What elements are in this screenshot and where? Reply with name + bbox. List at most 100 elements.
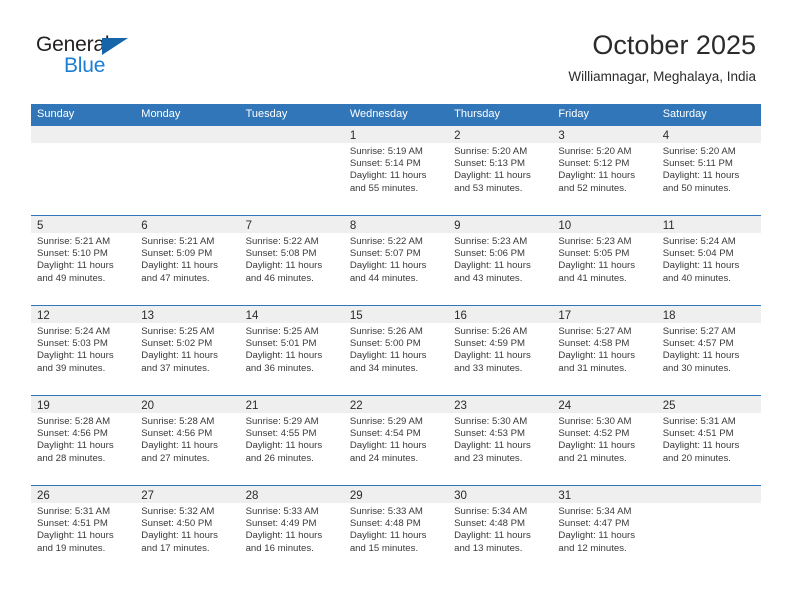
calendar-day-cell[interactable]: 29 Sunrise: 5:33 AM Sunset: 4:48 PM Dayligh…	[343, 485, 449, 575]
calendar-day-cell[interactable]: 21 Sunrise: 5:29 AM Sunset: 4:55 PM Dayligh…	[239, 395, 344, 485]
day-number: 2	[454, 130, 461, 142]
sunset-text: Sunset: 4:54 PM	[349, 428, 421, 440]
day-number: 3	[558, 130, 565, 142]
calendar-day-cell[interactable]: 17 Sunrise: 5:27 AM Sunset: 4:58 PM Dayligh…	[552, 305, 657, 395]
weekday-header-sunday: Sunday	[37, 108, 75, 120]
day-details: Sunrise: 5:30 AM Sunset: 4:53 PM Daylight:…	[448, 413, 552, 465]
day-details: Sunrise: 5:20 AM Sunset: 5:12 PM Daylight:…	[552, 143, 656, 195]
day-number: 4	[662, 130, 670, 142]
day-details: Sunrise: 5:33 AM Sunset: 4:48 PM Daylight:…	[344, 503, 448, 555]
sunset-text: Sunset: 5:01 PM	[245, 338, 317, 350]
sunrise-text: Sunrise: 5:24 AM	[662, 236, 736, 247]
calendar-day-cell[interactable]: 25 Sunrise: 5:31 AM Sunset: 4:51 PM Dayligh…	[656, 395, 761, 485]
daylight-text-line1: Daylight: 11 hours	[37, 350, 114, 362]
daylight-text-line1: Daylight: 11 hours	[558, 350, 636, 362]
page-header: General Blue October 2025 Williamnagar, …	[0, 0, 792, 100]
day-details: Sunrise: 5:28 AM Sunset: 4:56 PM Daylight:…	[135, 413, 239, 465]
daylight-text-line2: and 19 minutes.	[37, 542, 106, 554]
calendar-day-cell[interactable]: 24 Sunrise: 5:30 AM Sunset: 4:52 PM Dayligh…	[552, 395, 657, 485]
daylight-text-line2: and 16 minutes.	[245, 542, 314, 554]
calendar-day-cell[interactable]: 31 Sunrise: 5:34 AM Sunset: 4:47 PM Dayligh…	[552, 485, 657, 575]
calendar-day-cell[interactable]: 11 Sunrise: 5:24 AM Sunset: 5:04 PM Dayligh…	[656, 215, 761, 305]
calendar-day-cell[interactable]: 18 Sunrise: 5:27 AM Sunset: 4:57 PM Dayligh…	[656, 305, 761, 395]
day-number-band: 9	[448, 216, 553, 233]
daylight-text-line2: and 41 minutes.	[558, 272, 627, 284]
day-details: Sunrise: 5:33 AM Sunset: 4:49 PM Daylight:…	[240, 503, 344, 555]
calendar-day-cell[interactable]: 13 Sunrise: 5:25 AM Sunset: 5:02 PM Dayligh…	[135, 305, 240, 395]
generalblue-logo[interactable]: General Blue	[36, 34, 216, 86]
daylight-text-line1: Daylight: 11 hours	[245, 440, 323, 452]
calendar-day-cell[interactable]: 8 Sunrise: 5:22 AM Sunset: 5:07 PM Daylight…	[343, 215, 449, 305]
day-number: 7	[245, 220, 252, 232]
calendar-day-cell[interactable]: 27 Sunrise: 5:32 AM Sunset: 4:50 PM Dayligh…	[135, 485, 240, 575]
day-number-band: 22	[343, 396, 449, 413]
daylight-text-line2: and 55 minutes.	[349, 182, 419, 194]
calendar-day-cell[interactable]: 23 Sunrise: 5:30 AM Sunset: 4:53 PM Dayligh…	[448, 395, 553, 485]
calendar-week-row: 1 Sunrise: 5:19 AM Sunset: 5:14 PM Daylight…	[31, 125, 761, 215]
weekday-header-thursday: Thursday	[454, 108, 500, 120]
daylight-text-line1: Daylight: 11 hours	[454, 440, 531, 452]
calendar-day-cell[interactable]: 19 Sunrise: 5:28 AM Sunset: 4:56 PM Dayligh…	[31, 395, 136, 485]
day-number-band: 18	[656, 306, 761, 323]
sunrise-text: Sunrise: 5:33 AM	[245, 506, 319, 517]
calendar-day-cell[interactable]: 9 Sunrise: 5:23 AM Sunset: 5:06 PM Daylight…	[448, 215, 553, 305]
weekday-header-wednesday: Wednesday	[349, 108, 408, 120]
daylight-text-line1: Daylight: 11 hours	[558, 530, 636, 542]
day-details: Sunrise: 5:26 AM Sunset: 4:59 PM Daylight:…	[448, 323, 552, 375]
calendar-day-cell[interactable]: 4 Sunrise: 5:20 AM Sunset: 5:11 PM Daylight…	[656, 125, 761, 215]
calendar-day-cell[interactable]: 7 Sunrise: 5:22 AM Sunset: 5:08 PM Daylight…	[239, 215, 344, 305]
daylight-text-line1: Daylight: 11 hours	[37, 260, 114, 272]
sunrise-text: Sunrise: 5:21 AM	[141, 236, 215, 247]
sunset-text: Sunset: 4:55 PM	[245, 428, 317, 440]
day-number-band: 1	[343, 126, 449, 143]
location-subtitle: Williamnagar, Meghalaya, India	[568, 69, 756, 85]
calendar-day-cell[interactable]: 2 Sunrise: 5:20 AM Sunset: 5:13 PM Daylight…	[448, 125, 553, 215]
sunset-text: Sunset: 4:52 PM	[558, 428, 630, 440]
calendar-day-cell-empty	[239, 125, 344, 215]
day-details: Sunrise: 5:27 AM Sunset: 4:58 PM Daylight:…	[552, 323, 656, 375]
sunset-text: Sunset: 4:48 PM	[349, 518, 421, 530]
sunset-text: Sunset: 5:03 PM	[37, 338, 108, 350]
sunset-text: Sunset: 4:48 PM	[454, 518, 526, 530]
sunrise-text: Sunrise: 5:32 AM	[141, 506, 215, 517]
calendar-day-cell[interactable]: 12 Sunrise: 5:24 AM Sunset: 5:03 PM Dayligh…	[31, 305, 136, 395]
sunset-text: Sunset: 4:59 PM	[454, 338, 526, 350]
daylight-text-line2: and 27 minutes.	[141, 452, 210, 464]
day-details: Sunrise: 5:34 AM Sunset: 4:48 PM Daylight:…	[448, 503, 552, 555]
daylight-text-line1: Daylight: 11 hours	[141, 350, 218, 362]
day-number-band	[656, 486, 761, 503]
day-number: 29	[349, 490, 363, 502]
daylight-text-line1: Daylight: 11 hours	[662, 260, 740, 272]
day-number: 5	[37, 220, 44, 232]
daylight-text-line2: and 15 minutes.	[349, 542, 419, 554]
calendar-day-cell[interactable]: 14 Sunrise: 5:25 AM Sunset: 5:01 PM Dayligh…	[239, 305, 344, 395]
calendar-day-cell[interactable]: 5 Sunrise: 5:21 AM Sunset: 5:10 PM Daylight…	[31, 215, 136, 305]
sunrise-text: Sunrise: 5:20 AM	[558, 146, 632, 157]
logo-text-general: General	[36, 33, 110, 56]
calendar-day-cell[interactable]: 26 Sunrise: 5:31 AM Sunset: 4:51 PM Dayligh…	[31, 485, 136, 575]
day-number-band: 19	[31, 396, 136, 413]
calendar-day-cell[interactable]: 30 Sunrise: 5:34 AM Sunset: 4:48 PM Dayligh…	[448, 485, 553, 575]
day-number-band: 10	[552, 216, 657, 233]
calendar-day-cell[interactable]: 3 Sunrise: 5:20 AM Sunset: 5:12 PM Daylight…	[552, 125, 657, 215]
sunrise-text: Sunrise: 5:28 AM	[37, 416, 111, 427]
sunrise-text: Sunrise: 5:21 AM	[37, 236, 111, 247]
sunrise-text: Sunrise: 5:20 AM	[662, 146, 736, 157]
sunrise-text: Sunrise: 5:31 AM	[662, 416, 736, 427]
calendar-day-cell[interactable]: 1 Sunrise: 5:19 AM Sunset: 5:14 PM Daylight…	[343, 125, 449, 215]
calendar-day-cell[interactable]: 20 Sunrise: 5:28 AM Sunset: 4:56 PM Dayligh…	[135, 395, 240, 485]
calendar-day-cell[interactable]: 28 Sunrise: 5:33 AM Sunset: 4:49 PM Dayligh…	[239, 485, 344, 575]
daylight-text-line2: and 13 minutes.	[454, 542, 523, 554]
calendar-week-row: 26 Sunrise: 5:31 AM Sunset: 4:51 PM Dayligh…	[31, 485, 761, 575]
calendar-day-cell[interactable]: 15 Sunrise: 5:26 AM Sunset: 5:00 PM Dayligh…	[343, 305, 449, 395]
daylight-text-line1: Daylight: 11 hours	[558, 260, 636, 272]
day-details: Sunrise: 5:30 AM Sunset: 4:52 PM Daylight:…	[552, 413, 656, 465]
calendar-day-cell[interactable]: 6 Sunrise: 5:21 AM Sunset: 5:09 PM Daylight…	[135, 215, 240, 305]
calendar-day-cell[interactable]: 16 Sunrise: 5:26 AM Sunset: 4:59 PM Dayligh…	[448, 305, 553, 395]
sunrise-text: Sunrise: 5:23 AM	[454, 236, 528, 247]
day-details: Sunrise: 5:25 AM Sunset: 5:01 PM Daylight:…	[240, 323, 344, 375]
day-number-band: 17	[552, 306, 657, 323]
calendar-day-cell[interactable]: 22 Sunrise: 5:29 AM Sunset: 4:54 PM Dayligh…	[343, 395, 449, 485]
calendar-day-cell[interactable]: 10 Sunrise: 5:23 AM Sunset: 5:05 PM Dayligh…	[552, 215, 657, 305]
sunrise-text: Sunrise: 5:27 AM	[662, 326, 736, 337]
